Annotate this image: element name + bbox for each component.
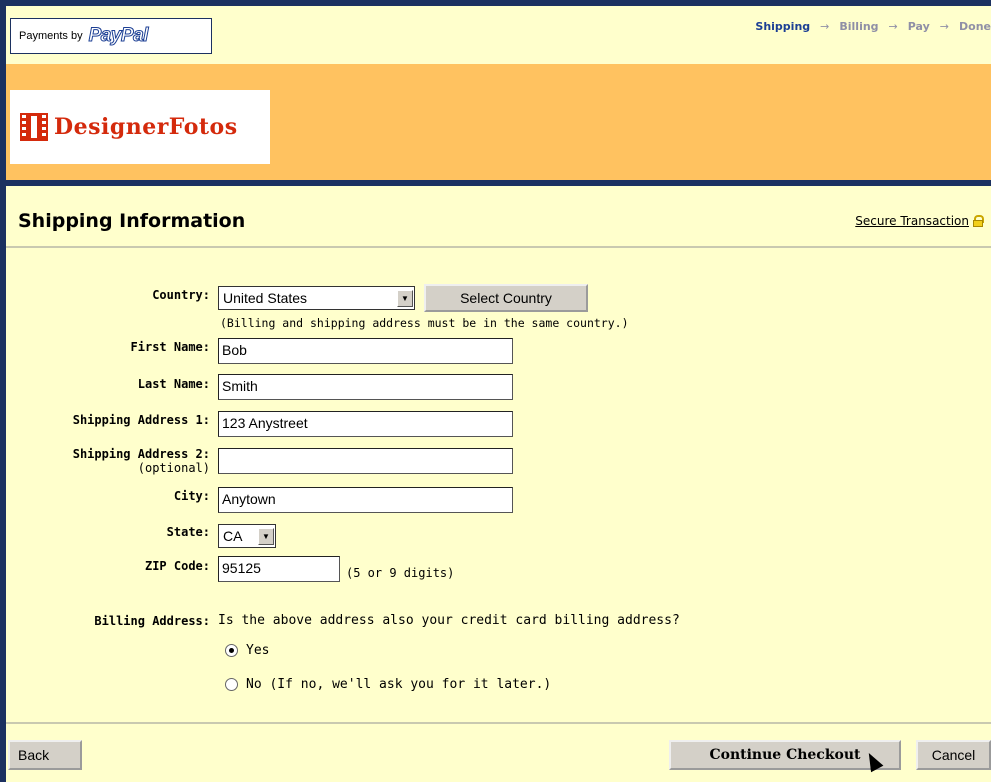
header: Payments by PayPal Shipping → Billing → … — [6, 6, 991, 180]
first-name-label: First Name: — [130, 340, 210, 354]
back-button[interactable]: Back — [8, 740, 82, 770]
billing-address-label: Billing Address: — [94, 614, 210, 628]
address2-label-text: Shipping Address 2: — [72, 447, 210, 461]
paypal-logo: PayPal — [88, 25, 149, 47]
state-label: State: — [166, 525, 210, 539]
address2-field[interactable] — [218, 448, 513, 474]
lock-icon — [973, 215, 984, 227]
address1-field[interactable]: 123 Anystreet — [218, 411, 513, 437]
select-country-button[interactable]: Select Country — [424, 284, 588, 312]
state-select[interactable]: CA ▼ — [218, 524, 276, 548]
zip-label: ZIP Code: — [144, 559, 210, 573]
secure-transaction-link[interactable]: Secure Transaction — [855, 214, 969, 228]
merchant-logo: DesignerFotos — [10, 90, 270, 164]
page-title: Shipping Information — [18, 210, 246, 232]
country-select-value: United States — [223, 290, 308, 306]
city-field[interactable]: Anytown — [218, 487, 513, 513]
merchant-name: DesignerFotos — [54, 114, 238, 140]
step-arrow-icon: → — [820, 20, 830, 33]
step-pay: Pay — [907, 20, 930, 33]
first-name-field[interactable]: Bob — [218, 338, 513, 364]
film-strip-icon — [20, 113, 48, 141]
country-select[interactable]: United States ▼ — [218, 286, 415, 310]
zip-field[interactable]: 95125 — [218, 556, 340, 582]
last-name-field[interactable]: Smith — [218, 374, 513, 400]
address1-label: Shipping Address 1: — [72, 413, 210, 427]
title-divider — [6, 246, 991, 248]
billing-no-label: No (If no, we'll ask you for it later.) — [246, 677, 552, 692]
billing-yes-option[interactable]: Yes — [225, 643, 269, 658]
last-name-label: Last Name: — [137, 377, 210, 391]
chevron-down-icon: ▼ — [397, 289, 413, 307]
footer-divider — [6, 722, 991, 724]
address2-optional: (optional) — [137, 461, 210, 475]
step-arrow-icon: → — [888, 20, 898, 33]
payments-by-label: Payments by — [19, 30, 83, 42]
secure-transaction[interactable]: Secure Transaction — [855, 214, 984, 228]
zip-hint: (5 or 9 digits) — [346, 566, 455, 580]
country-label: Country: — [152, 288, 210, 302]
state-select-value: CA — [223, 528, 243, 544]
paypal-badge: Payments by PayPal — [10, 18, 212, 54]
billing-no-option[interactable]: No (If no, we'll ask you for it later.) — [225, 677, 551, 692]
cancel-button[interactable]: Cancel — [916, 740, 991, 770]
chevron-down-icon: ▼ — [258, 527, 274, 545]
step-done: Done — [959, 20, 991, 33]
step-shipping: Shipping — [755, 20, 811, 33]
city-label: City: — [173, 489, 210, 503]
billing-yes-radio[interactable] — [225, 644, 238, 657]
billing-yes-label: Yes — [246, 643, 270, 658]
country-note: (Billing and shipping address must be in… — [220, 316, 629, 330]
billing-question: Is the above address also your credit ca… — [218, 613, 680, 628]
step-arrow-icon: → — [939, 20, 950, 33]
step-billing: Billing — [839, 20, 879, 33]
address2-label: Shipping Address 2: (optional) — [10, 447, 210, 475]
billing-no-radio[interactable] — [225, 678, 238, 691]
header-divider — [0, 180, 991, 186]
checkout-steps: Shipping → Billing → Pay → Done — [755, 20, 991, 33]
merchant-banner: DesignerFotos — [6, 64, 991, 180]
